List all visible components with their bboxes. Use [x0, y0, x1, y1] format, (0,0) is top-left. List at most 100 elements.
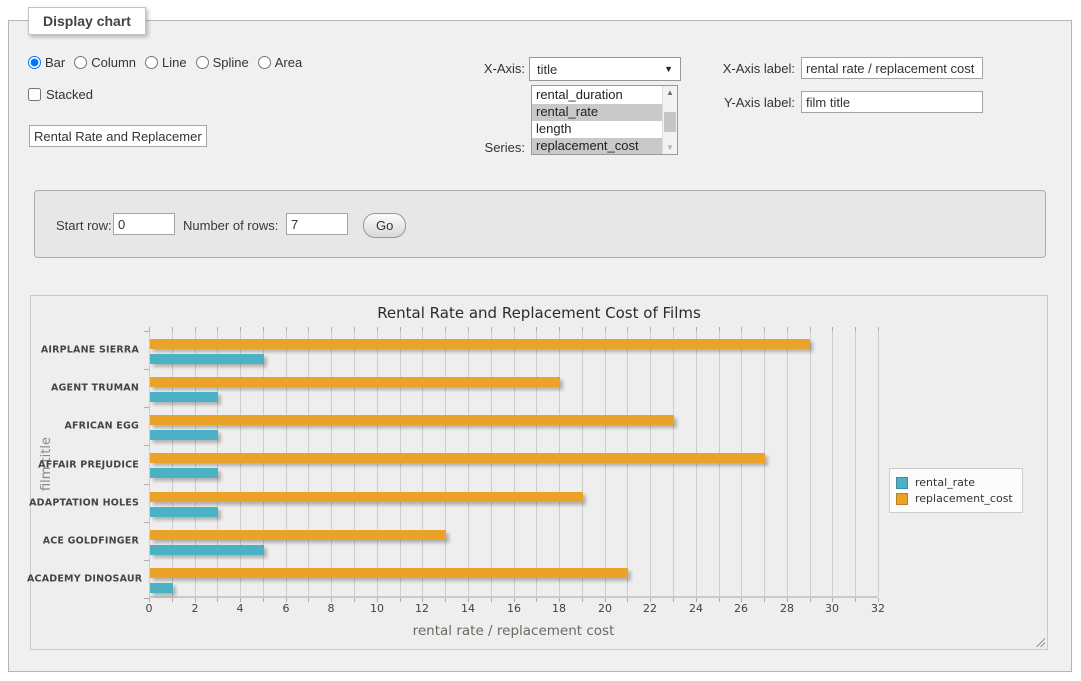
listbox-scrollbar[interactable]: ▲ ▼	[662, 86, 677, 154]
replacement_cost-bar	[150, 377, 560, 387]
gridline	[764, 331, 765, 596]
rental_rate-bar	[150, 583, 173, 593]
chart-legend: rental_rate replacement_cost	[889, 468, 1023, 513]
chart-type-option-area[interactable]: Area	[258, 55, 302, 70]
chart-type-option-spline[interactable]: Spline	[196, 55, 249, 70]
gridline	[445, 331, 446, 596]
x-tick	[514, 327, 515, 331]
y-tick	[144, 522, 149, 523]
chart-type-radio-group: Bar Column Line Spline Area	[28, 55, 311, 70]
gridline	[514, 331, 515, 596]
x-axis-select[interactable]: title ▼	[529, 57, 681, 81]
x-tick	[878, 327, 879, 331]
x-tick	[491, 327, 492, 331]
x-tick	[650, 327, 651, 331]
x-tick	[741, 327, 742, 331]
number-of-rows-input[interactable]	[286, 213, 348, 235]
go-button[interactable]: Go	[363, 213, 406, 238]
legend-item: rental_rate	[896, 476, 1013, 489]
stacked-checkbox[interactable]	[28, 88, 41, 101]
chart-type-option-column[interactable]: Column	[74, 55, 136, 70]
x-tick	[764, 327, 765, 331]
replacement_cost-bar	[150, 415, 674, 425]
gridline	[605, 331, 606, 596]
gridline	[787, 331, 788, 596]
chart-type-radio-line[interactable]	[145, 56, 158, 69]
x-tick	[308, 598, 309, 602]
gridline	[422, 331, 423, 596]
x-tick-label: 20	[598, 602, 612, 615]
gridline	[741, 331, 742, 596]
gridline	[582, 331, 583, 596]
series-option-replacement_cost[interactable]: replacement_cost	[532, 138, 662, 155]
chevron-down-icon: ▼	[664, 64, 673, 74]
series-select-label: Series:	[430, 140, 525, 155]
chart-plot-area: 02468101214161820222426283032AIRPLANE SI…	[149, 331, 878, 598]
series-option-rental_rate[interactable]: rental_rate	[532, 104, 662, 121]
x-tick	[195, 327, 196, 331]
gridline	[855, 331, 856, 596]
x-tick-label: 16	[507, 602, 521, 615]
gridline	[832, 331, 833, 596]
resize-handle-icon[interactable]	[1034, 636, 1045, 647]
scrollbar-thumb[interactable]	[664, 112, 676, 132]
replacement_cost-bar	[150, 453, 765, 463]
chart-type-radio-area[interactable]	[258, 56, 271, 69]
x-tick	[810, 327, 811, 331]
x-tick	[810, 598, 811, 602]
chart-type-radio-bar[interactable]	[28, 56, 41, 69]
y-axis-label-label: Y-Axis label:	[700, 95, 795, 110]
series-option-rental_duration[interactable]: rental_duration	[532, 87, 662, 104]
legend-label: rental_rate	[915, 476, 975, 489]
gridline	[149, 331, 150, 596]
scroll-down-icon[interactable]: ▼	[663, 141, 677, 154]
y-tick	[144, 560, 149, 561]
chart-type-option-line[interactable]: Line	[145, 55, 187, 70]
x-tick	[400, 598, 401, 602]
chart-title-input[interactable]	[29, 125, 207, 147]
series-options: rental_durationrental_ratelengthreplacem…	[532, 87, 662, 155]
y-tick	[144, 331, 149, 332]
stacked-checkbox-row[interactable]: Stacked	[28, 87, 93, 102]
x-tick	[240, 327, 241, 331]
category-label: AIRPLANE SIERRA	[27, 345, 139, 356]
x-tick-label: 2	[192, 602, 199, 615]
x-tick	[627, 327, 628, 331]
x-tick	[149, 327, 150, 331]
x-tick	[354, 327, 355, 331]
gridline	[536, 331, 537, 596]
chart-type-option-label: Bar	[45, 55, 65, 70]
x-axis-label-input[interactable]	[801, 57, 983, 79]
x-tick	[536, 598, 537, 602]
gridline	[400, 331, 401, 596]
x-tick	[263, 598, 264, 602]
x-tick	[673, 327, 674, 331]
start-row-input[interactable]	[113, 213, 175, 235]
chart-type-option-bar[interactable]: Bar	[28, 55, 65, 70]
x-tick	[308, 327, 309, 331]
x-tick	[422, 327, 423, 331]
x-tick-label: 18	[552, 602, 566, 615]
chart-type-radio-column[interactable]	[74, 56, 87, 69]
series-listbox[interactable]: rental_durationrental_ratelengthreplacem…	[531, 85, 678, 155]
chart-type-radio-spline[interactable]	[196, 56, 209, 69]
gridline	[308, 331, 309, 596]
x-tick-label: 12	[415, 602, 429, 615]
x-tick	[172, 327, 173, 331]
x-tick-label: 22	[643, 602, 657, 615]
x-tick-label: 4	[237, 602, 244, 615]
series-option-length[interactable]: length	[532, 121, 662, 138]
chart-type-option-label: Line	[162, 55, 187, 70]
gridline	[810, 331, 811, 596]
y-tick	[144, 369, 149, 370]
gridline	[217, 331, 218, 596]
chart-x-axis-title: rental rate / replacement cost	[149, 623, 878, 639]
gridline	[354, 331, 355, 596]
x-tick	[331, 327, 332, 331]
scroll-up-icon[interactable]: ▲	[663, 86, 677, 99]
number-of-rows-label: Number of rows:	[183, 218, 278, 233]
rental_rate-bar	[150, 354, 264, 364]
y-axis-label-input[interactable]	[801, 91, 983, 113]
rental_rate-bar	[150, 507, 218, 517]
x-tick	[787, 327, 788, 331]
